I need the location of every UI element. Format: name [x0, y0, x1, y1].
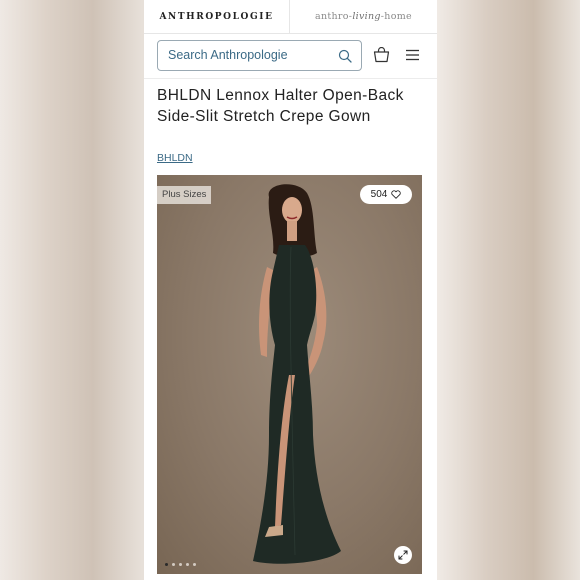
expand-image-button[interactable] [394, 546, 412, 564]
search-bar-row: Search Anthropologie [144, 34, 437, 79]
favorites-count: 504 [370, 189, 388, 200]
search-input[interactable]: Search Anthropologie [157, 40, 362, 71]
product-image[interactable]: Plus Sizes 504 [157, 175, 422, 574]
brand-tab-anthro-living-home[interactable]: anthro-living-home [290, 0, 437, 33]
brand-tab-anthropologie[interactable]: ANTHROPOLOGIE [144, 0, 290, 33]
product-brand-link[interactable]: BHLDN [157, 152, 193, 164]
image-carousel-dots [165, 563, 196, 566]
carousel-dot[interactable] [193, 563, 196, 566]
hamburger-menu-icon[interactable] [406, 49, 419, 61]
brand-switcher: ANTHROPOLOGIE anthro-living-home [144, 0, 437, 34]
product-title: BHLDN Lennox Halter Open-Back Side-Slit … [157, 87, 404, 125]
shopping-bag-icon[interactable] [373, 47, 390, 63]
carousel-dot[interactable] [186, 563, 189, 566]
search-icon[interactable] [338, 49, 352, 63]
heart-icon [391, 190, 402, 199]
brand-logo-anthro-living-home: anthro-living-home [315, 11, 412, 22]
carousel-dot[interactable] [179, 563, 182, 566]
expand-icon [398, 550, 408, 560]
plus-sizes-badge: Plus Sizes [157, 186, 212, 204]
brand-logo-anthropologie: ANTHROPOLOGIE [159, 11, 274, 22]
carousel-dot[interactable] [172, 563, 175, 566]
favorite-button[interactable]: 504 [360, 185, 412, 204]
search-placeholder: Search Anthropologie [168, 48, 288, 62]
carousel-dot[interactable] [165, 563, 168, 566]
model-photo [253, 184, 341, 564]
product-page: ANTHROPOLOGIE anthro-living-home Search … [144, 0, 437, 580]
